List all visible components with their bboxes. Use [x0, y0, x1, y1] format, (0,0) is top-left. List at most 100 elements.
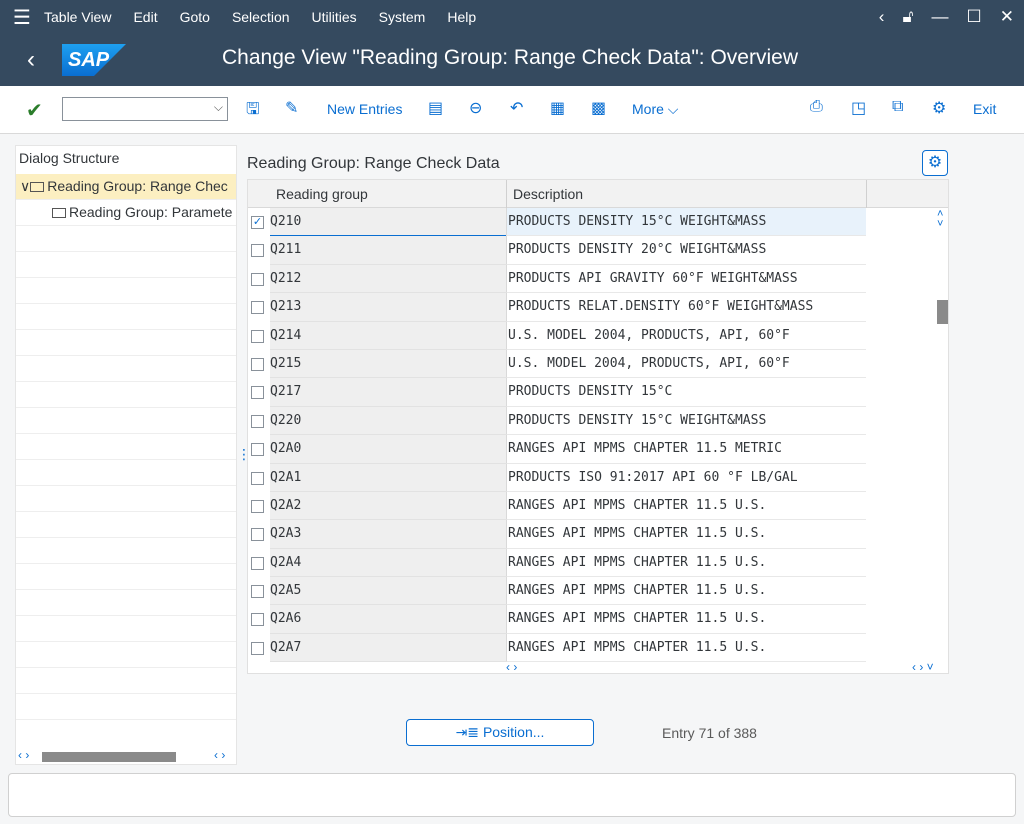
description-cell[interactable]: U.S. MODEL 2004, PRODUCTS, API, 60°F [506, 349, 866, 379]
print-icon[interactable]: ⎙ [810, 98, 823, 116]
description-cell[interactable]: U.S. MODEL 2004, PRODUCTS, API, 60°F [506, 321, 866, 350]
row-checkbox[interactable] [251, 272, 264, 286]
description-cell[interactable]: PRODUCTS ISO 91:2017 API 60 °F LB/GAL [506, 463, 866, 492]
deselect-all-icon[interactable]: ▩ [591, 98, 606, 118]
description-cell[interactable]: PRODUCTS RELAT.DENSITY 60°F WEIGHT&MASS [506, 293, 866, 322]
table-settings-button[interactable]: ⚙ [922, 150, 948, 176]
reading-group-cell[interactable]: Q2A1 [270, 463, 506, 492]
description-cell[interactable]: RANGES API MPMS CHAPTER 11.5 U.S. [506, 577, 866, 606]
exit-button[interactable]: Exit [973, 101, 996, 117]
menu-edit[interactable]: Edit [133, 9, 157, 25]
reading-group-cell[interactable]: Q2A5 [270, 577, 506, 606]
row-checkbox[interactable] [251, 443, 264, 457]
scroll-down-icon[interactable]: ˅ [937, 218, 943, 230]
description-cell[interactable]: PRODUCTS DENSITY 20°C WEIGHT&MASS [506, 236, 866, 265]
more-button[interactable]: More ⌵ [632, 101, 678, 118]
tree-item-range-check[interactable]: ∨ Reading Group: Range Chec [16, 174, 236, 200]
close-icon[interactable]: ✕ [1000, 7, 1014, 27]
copy-as-icon[interactable]: ▤ [428, 98, 443, 118]
unlock-icon[interactable]: 🔓︎ [902, 7, 913, 27]
row-checkbox[interactable] [251, 329, 264, 343]
table-row[interactable]: Q214 U.S. MODEL 2004, PRODUCTS, API, 60°F [248, 321, 948, 350]
reading-group-cell[interactable]: Q2A6 [270, 605, 506, 634]
reading-group-cell[interactable]: Q220 [270, 406, 506, 436]
new-window-icon[interactable]: ⧉ [892, 98, 903, 116]
maximize-icon[interactable]: ☐ [967, 7, 982, 27]
table-row[interactable]: Q2A4 RANGES API MPMS CHAPTER 11.5 U.S. [248, 548, 948, 578]
reading-group-cell[interactable]: Q2A4 [270, 548, 506, 578]
select-all-icon[interactable]: ▦ [550, 98, 565, 118]
chevron-down-icon[interactable]: ⌵ [214, 100, 223, 115]
reading-group-cell[interactable]: Q2A3 [270, 520, 506, 549]
table-row[interactable]: Q217 PRODUCTS DENSITY 15°C [248, 378, 948, 407]
row-checkbox[interactable]: ✓ [251, 216, 264, 229]
reading-group-cell[interactable]: Q217 [270, 378, 506, 407]
description-cell[interactable]: PRODUCTS DENSITY 15°C [506, 378, 866, 407]
description-cell[interactable]: PRODUCTS API GRAVITY 60°F WEIGHT&MASS [506, 264, 866, 294]
save-icon[interactable]: 🖫 [246, 98, 260, 125]
row-checkbox[interactable] [251, 585, 264, 599]
undo-icon[interactable]: ↶ [510, 98, 523, 118]
new-entries-button[interactable]: New Entries [327, 101, 402, 117]
position-button[interactable]: ⇥≣ Position... [406, 719, 594, 746]
description-cell[interactable]: PRODUCTS DENSITY 15°C WEIGHT&MASS [506, 406, 866, 436]
table-row[interactable]: ✓ Q210 PRODUCTS DENSITY 15°C WEIGHT&MASS [248, 208, 948, 237]
menu-utilities[interactable]: Utilities [312, 9, 357, 25]
command-field[interactable]: ⌵ [62, 97, 228, 121]
reading-group-cell[interactable]: Q214 [270, 321, 506, 350]
table-row[interactable]: Q220 PRODUCTS DENSITY 15°C WEIGHT&MASS [248, 406, 948, 436]
hamburger-menu-icon[interactable]: ☰ [0, 5, 44, 30]
delete-icon[interactable]: ⊖ [469, 98, 482, 118]
row-checkbox[interactable] [251, 528, 264, 542]
reading-group-cell[interactable]: Q2A0 [270, 435, 506, 464]
table-row[interactable]: Q215 U.S. MODEL 2004, PRODUCTS, API, 60°F [248, 349, 948, 379]
tree-item-parameters[interactable]: Reading Group: Paramete [16, 200, 236, 226]
chevron-left-icon[interactable]: ‹ [879, 7, 885, 27]
favorite-window-icon[interactable]: ◳ [851, 98, 866, 118]
vertical-scroll-thumb[interactable] [937, 300, 948, 324]
description-cell[interactable]: RANGES API MPMS CHAPTER 11.5 METRIC [506, 435, 866, 464]
scroll-right-icon[interactable]: ‹ › [214, 748, 225, 762]
vertical-scrollbar[interactable]: ˄ ˅ [936, 208, 948, 661]
back-arrow-icon[interactable]: ‹ [0, 46, 62, 74]
row-checkbox[interactable] [251, 556, 264, 570]
table-row[interactable]: Q211 PRODUCTS DENSITY 20°C WEIGHT&MASS [248, 236, 948, 265]
reading-group-cell[interactable]: Q211 [270, 236, 506, 265]
scroll-left-icon[interactable]: ‹ › [18, 748, 29, 762]
menu-help[interactable]: Help [447, 9, 476, 25]
menu-selection[interactable]: Selection [232, 9, 290, 25]
reading-group-cell[interactable]: Q213 [270, 293, 506, 322]
table-row[interactable]: Q2A6 RANGES API MPMS CHAPTER 11.5 U.S. [248, 605, 948, 634]
row-checkbox[interactable] [251, 301, 264, 315]
left-horizontal-scrollbar[interactable]: ‹ › ‹ › [16, 748, 236, 764]
description-cell[interactable]: RANGES API MPMS CHAPTER 11.5 U.S. [506, 633, 866, 663]
row-checkbox[interactable] [251, 641, 264, 655]
description-cell[interactable]: RANGES API MPMS CHAPTER 11.5 U.S. [506, 520, 866, 549]
reading-group-cell[interactable]: Q2A2 [270, 491, 506, 521]
reading-group-cell[interactable]: Q2A7 [270, 633, 506, 663]
table-row[interactable]: Q2A0 RANGES API MPMS CHAPTER 11.5 METRIC [248, 435, 948, 464]
row-checkbox[interactable] [251, 244, 264, 258]
description-cell[interactable]: RANGES API MPMS CHAPTER 11.5 U.S. [506, 491, 866, 521]
row-checkbox[interactable] [251, 471, 264, 485]
checkmark-icon[interactable]: ✔ [26, 98, 43, 123]
row-checkbox[interactable] [251, 414, 264, 428]
table-scroll-right-icon[interactable]: ‹ › ˅ [912, 660, 934, 674]
row-checkbox[interactable] [251, 386, 264, 400]
table-row[interactable]: Q2A3 RANGES API MPMS CHAPTER 11.5 U.S. [248, 520, 948, 549]
reading-group-cell[interactable]: Q212 [270, 264, 506, 294]
scroll-thumb[interactable] [42, 752, 176, 762]
table-row[interactable]: Q213 PRODUCTS RELAT.DENSITY 60°F WEIGHT&M… [248, 293, 948, 322]
table-row[interactable]: Q212 PRODUCTS API GRAVITY 60°F WEIGHT&MAS… [248, 264, 948, 294]
row-checkbox[interactable] [251, 613, 264, 627]
row-checkbox[interactable] [251, 357, 264, 371]
table-scroll-left-icon[interactable]: ‹ › [506, 660, 517, 674]
row-checkbox[interactable] [251, 499, 264, 513]
table-row[interactable]: Q2A2 RANGES API MPMS CHAPTER 11.5 U.S. [248, 491, 948, 521]
menu-table-view[interactable]: Table View [44, 9, 111, 25]
menu-goto[interactable]: Goto [180, 9, 210, 25]
expand-chevron-icon[interactable]: ∨ [16, 178, 30, 194]
table-row[interactable]: Q2A1 PRODUCTS ISO 91:2017 API 60 °F LB/GA… [248, 463, 948, 492]
description-cell[interactable]: RANGES API MPMS CHAPTER 11.5 U.S. [506, 605, 866, 634]
table-row[interactable]: Q2A7 RANGES API MPMS CHAPTER 11.5 U.S. [248, 633, 948, 663]
